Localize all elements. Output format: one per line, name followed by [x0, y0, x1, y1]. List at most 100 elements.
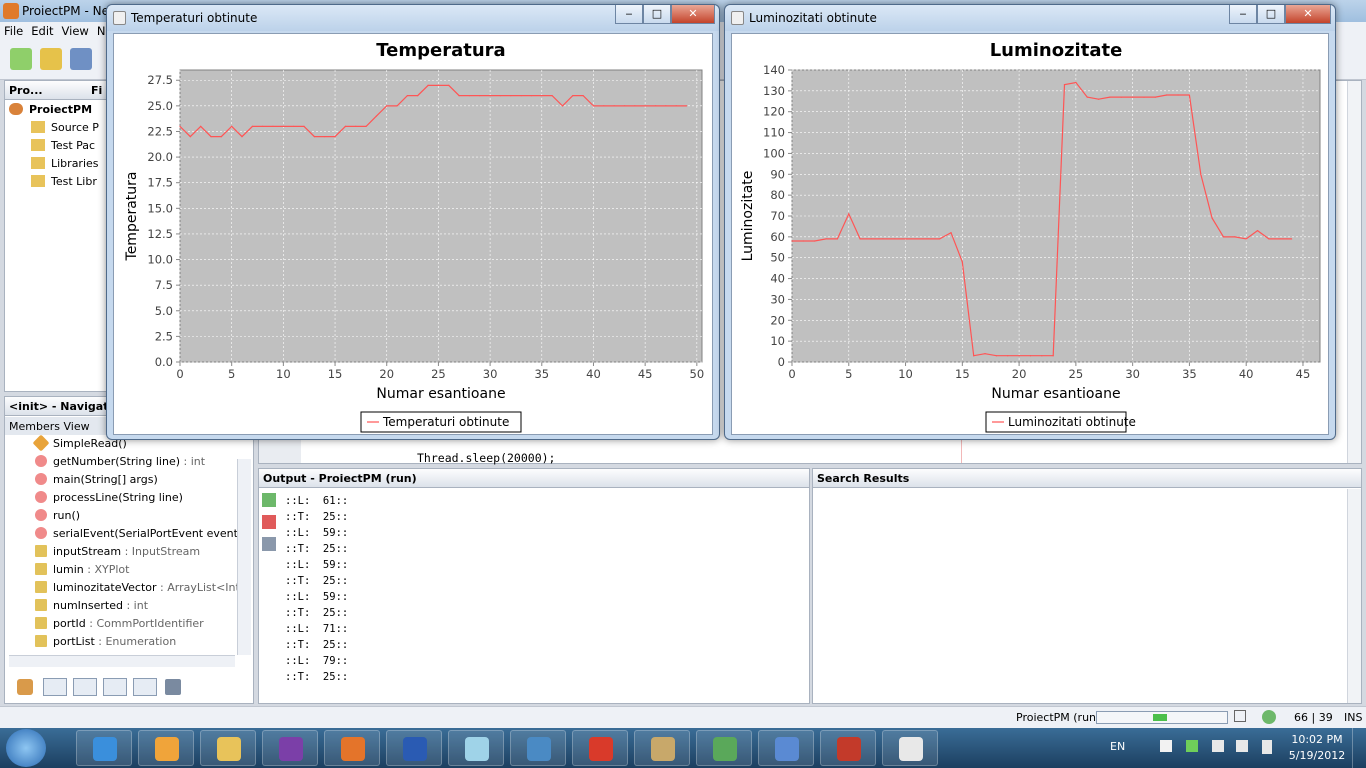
- output-scrollbar[interactable]: [1347, 489, 1361, 703]
- minimize-button[interactable]: ‒: [615, 5, 643, 24]
- data-point: [644, 105, 646, 107]
- luminosity-window[interactable]: Luminozitati obtinute ‒ □ ✕ Luminozitate…: [724, 4, 1336, 440]
- netbeans-icon: [3, 3, 19, 19]
- toolbox-icon: [837, 737, 861, 761]
- tab-files[interactable]: Fi: [91, 84, 102, 97]
- menu-file[interactable]: File: [0, 22, 27, 40]
- navigator-hscrollbar[interactable]: [9, 655, 235, 667]
- data-point: [973, 355, 975, 357]
- taskbar-virtualbox-button[interactable]: [758, 730, 814, 766]
- stop-icon[interactable]: [262, 515, 276, 529]
- network-icon[interactable]: [1186, 740, 1198, 752]
- taskbar-yahoo-messenger-button[interactable]: [262, 730, 318, 766]
- action-center-icon[interactable]: [1160, 740, 1172, 752]
- tree-node-test-libraries[interactable]: Test Libr: [31, 175, 97, 193]
- member-item[interactable]: main(String[] args): [35, 473, 158, 491]
- menu-edit[interactable]: Edit: [27, 22, 57, 40]
- y-tick-label: 90: [770, 167, 785, 181]
- taskbar-firefox-button[interactable]: [324, 730, 380, 766]
- data-point: [882, 238, 884, 240]
- y-tick-label: 7.5: [155, 278, 173, 292]
- temperature-window[interactable]: Temperaturi obtinute ‒ □ ✕ Temperatura 0 5…: [106, 4, 720, 440]
- data-point: [355, 125, 357, 127]
- member-item[interactable]: portList : Enumeration: [35, 635, 176, 653]
- volume-icon[interactable]: [1236, 740, 1248, 752]
- inherited-members-icon[interactable]: [17, 679, 33, 695]
- maximize-button[interactable]: □: [643, 5, 671, 24]
- maximize-button[interactable]: □: [1257, 5, 1285, 24]
- temperature-window-title-bar[interactable]: Temperaturi obtinute ‒ □ ✕: [107, 5, 719, 31]
- data-point: [406, 95, 409, 97]
- new-project-icon[interactable]: [40, 48, 62, 70]
- minimize-button[interactable]: ‒: [1229, 5, 1257, 24]
- language-indicator[interactable]: EN: [1110, 740, 1125, 753]
- member-item[interactable]: run(): [35, 509, 80, 527]
- cancel-task-icon[interactable]: [1234, 710, 1246, 722]
- x-tick-label: 0: [788, 367, 795, 381]
- fields-filter-icon[interactable]: [43, 678, 67, 696]
- tab-search-results[interactable]: Search Results: [813, 469, 1361, 488]
- menu-view[interactable]: View: [58, 22, 93, 40]
- close-button[interactable]: ✕: [671, 5, 715, 24]
- settings-icon[interactable]: [262, 537, 276, 551]
- notification-icon[interactable]: [1262, 710, 1276, 724]
- clock-time[interactable]: 10:02 PM: [1288, 733, 1346, 746]
- data-point: [1007, 355, 1009, 357]
- editor-scrollbar[interactable]: [1347, 81, 1361, 463]
- output-line: ::L: 59::: [285, 559, 349, 571]
- taskbar-flash-button[interactable]: [572, 730, 628, 766]
- java-icon: [731, 11, 744, 25]
- battery-icon[interactable]: [1262, 740, 1272, 754]
- taskbar-java-button[interactable]: [882, 730, 938, 766]
- tree-node-libraries[interactable]: Libraries: [31, 157, 99, 175]
- close-button[interactable]: ✕: [1285, 5, 1331, 24]
- x-tick-label: 45: [638, 367, 653, 381]
- sort-by-source-icon[interactable]: [133, 678, 157, 696]
- display-icon[interactable]: [1212, 740, 1224, 752]
- taskbar-ie-button[interactable]: [76, 730, 132, 766]
- taskbar-picture-viewer-button[interactable]: [510, 730, 566, 766]
- data-point: [1177, 94, 1179, 96]
- member-item[interactable]: inputStream : InputStream: [35, 545, 200, 563]
- data-point: [654, 105, 657, 107]
- member-item[interactable]: numInserted : int: [35, 599, 148, 617]
- taskbar-paint-button[interactable]: [634, 730, 690, 766]
- data-point: [220, 135, 222, 138]
- data-point: [489, 95, 491, 97]
- taskbar-media-player-button[interactable]: [138, 730, 194, 766]
- member-item[interactable]: luminozitateVector : ArrayList<Inte: [35, 581, 247, 599]
- clock-date[interactable]: 5/19/2012: [1288, 749, 1346, 762]
- member-item[interactable]: lumin : XYPlot: [35, 563, 129, 581]
- rerun-icon[interactable]: [262, 493, 276, 507]
- luminosity-window-title-bar[interactable]: Luminozitati obtinute ‒ □ ✕: [725, 5, 1335, 31]
- tree-node-test[interactable]: Test Pac: [31, 139, 95, 157]
- taskbar-explorer-button[interactable]: [200, 730, 256, 766]
- taskbar-word-button[interactable]: [386, 730, 442, 766]
- taskbar-toolbox-button[interactable]: [820, 730, 876, 766]
- show-desktop-button[interactable]: [1352, 728, 1366, 768]
- taskbar-editor-button[interactable]: [696, 730, 752, 766]
- search-results-panel: Search Results: [812, 468, 1362, 704]
- start-button[interactable]: [6, 729, 46, 767]
- sort-icon[interactable]: [165, 679, 181, 695]
- project-root[interactable]: ProiectPM: [9, 103, 92, 121]
- navigator-scrollbar[interactable]: [237, 459, 251, 655]
- tree-node-source[interactable]: Source P: [31, 121, 99, 139]
- data-point: [1222, 236, 1225, 238]
- tab-projects[interactable]: Pro...: [9, 84, 43, 97]
- member-item[interactable]: portId : CommPortIdentifier: [35, 617, 204, 635]
- open-project-icon[interactable]: [70, 48, 92, 70]
- data-point: [231, 125, 233, 127]
- member-item[interactable]: getNumber(String line) : int: [35, 455, 205, 473]
- data-point: [262, 125, 264, 127]
- static-filter-icon[interactable]: [73, 678, 97, 696]
- data-point: [365, 125, 367, 127]
- new-file-icon[interactable]: [10, 48, 32, 70]
- member-item[interactable]: processLine(String line): [35, 491, 183, 509]
- taskbar-notepad-button[interactable]: [448, 730, 504, 766]
- field-icon: [35, 581, 47, 593]
- nonpublic-filter-icon[interactable]: [103, 678, 127, 696]
- member-item[interactable]: serialEvent(SerialPortEvent event): [35, 527, 242, 545]
- data-point: [582, 95, 584, 97]
- progress-indicator: [1153, 714, 1167, 721]
